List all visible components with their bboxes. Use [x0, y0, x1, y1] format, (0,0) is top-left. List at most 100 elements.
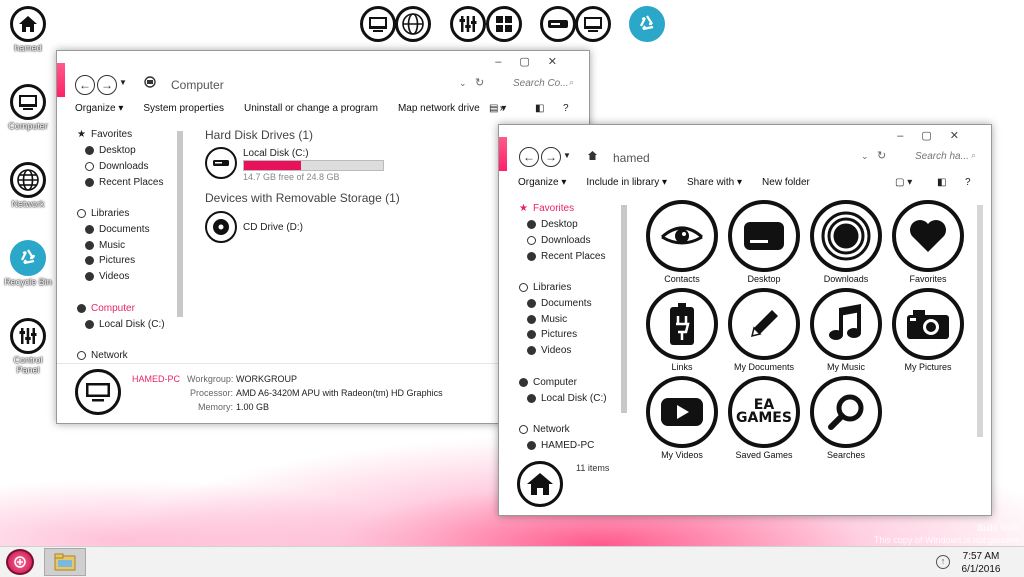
downloads-icon	[85, 162, 94, 171]
nav-documents[interactable]: Documents	[85, 224, 150, 235]
help-icon[interactable]: ?	[563, 103, 569, 114]
disk-free-text: 14.7 GB free of 24.8 GB	[243, 172, 340, 182]
nav-computer[interactable]: Computer	[519, 377, 577, 388]
star-icon: ★	[77, 129, 86, 140]
folder-contacts[interactable]: Contacts	[646, 200, 718, 284]
navigation-pane: ★ Favorites Desktop Downloads Recent Plac…	[499, 199, 629, 459]
share-with-menu[interactable]: Share with ▾	[687, 177, 742, 188]
folder-label: My Pictures	[904, 362, 952, 372]
view-options-icon[interactable]: ▢ ▾	[895, 177, 912, 188]
forward-button[interactable]: →	[97, 75, 117, 95]
nav-local-disk[interactable]: Local Disk (C:)	[527, 393, 607, 404]
address-dropdown-icon[interactable]: ⌄	[861, 151, 869, 162]
include-in-library-menu[interactable]: Include in library ▾	[586, 177, 667, 188]
nav-downloads[interactable]: Downloads	[85, 161, 148, 172]
nav-recent-places[interactable]: Recent Places	[527, 251, 605, 262]
nav-music[interactable]: Music	[85, 240, 125, 251]
preview-pane-icon[interactable]: ◧	[535, 103, 544, 114]
desktop-icon-recycle-bin[interactable]: Recycle Bin	[2, 240, 54, 287]
address-dropdown-icon[interactable]: ⌄	[459, 78, 467, 89]
preview-pane-icon[interactable]: ◧	[937, 177, 946, 188]
tiles-icon[interactable]	[486, 6, 522, 42]
clock[interactable]: 7:57 AM 6/1/2016	[956, 550, 1006, 576]
cd-drive-icon[interactable]	[205, 211, 237, 243]
address-bar[interactable]: hamed	[613, 151, 650, 165]
cd-drive-label[interactable]: CD Drive (D:)	[243, 222, 303, 233]
view-options-icon[interactable]: ▤ ▾	[489, 103, 506, 114]
search-icon[interactable]: ⌕	[569, 77, 574, 88]
desktop-icon-hamed[interactable]: hamed	[2, 6, 54, 53]
folder-my-videos[interactable]: My Videos	[646, 376, 718, 460]
organize-menu[interactable]: Organize ▾	[518, 177, 566, 188]
globe-icon[interactable]	[395, 6, 431, 42]
computer-icon[interactable]	[360, 6, 396, 42]
window-controls[interactable]: –▢✕	[495, 55, 575, 68]
nav-desktop[interactable]: Desktop	[527, 219, 578, 230]
local-disk-label[interactable]: Local Disk (C:)	[243, 148, 309, 159]
nav-libraries[interactable]: Libraries	[77, 208, 129, 219]
drive-icon[interactable]	[205, 147, 237, 179]
nav-music[interactable]: Music	[527, 314, 567, 325]
uninstall-program-button[interactable]: Uninstall or change a program	[244, 103, 378, 114]
nav-network[interactable]: Network	[77, 350, 128, 361]
computer-icon[interactable]	[575, 6, 611, 42]
folder-my-documents[interactable]: My Documents	[728, 288, 800, 372]
nav-computer[interactable]: Computer	[77, 303, 135, 314]
nav-favorites[interactable]: ★ Favorites	[519, 203, 574, 214]
nav-videos[interactable]: Videos	[85, 271, 129, 282]
folder-favorites[interactable]: Favorites	[892, 200, 964, 284]
search-input[interactable]: Search Co...	[513, 78, 569, 89]
content-scrollbar[interactable]	[977, 205, 983, 437]
taskbar-file-explorer[interactable]	[44, 548, 86, 576]
nav-pictures[interactable]: Pictures	[527, 329, 577, 340]
nav-recent-places[interactable]: Recent Places	[85, 177, 163, 188]
nav-pictures[interactable]: Pictures	[85, 255, 135, 266]
hamed-window[interactable]: –▢✕ ← → ▼ hamed ⌄ ↻ Search ha... ⌕ Organ…	[498, 124, 992, 516]
refresh-icon[interactable]: ↻	[475, 76, 484, 89]
hard-disk-header: Hard Disk Drives (1)	[205, 128, 314, 142]
folder-my-pictures[interactable]: My Pictures	[892, 288, 964, 372]
nav-downloads[interactable]: Downloads	[527, 235, 590, 246]
folder-my-music[interactable]: My Music	[810, 288, 882, 372]
folder-links[interactable]: Links	[646, 288, 718, 372]
folder-desktop[interactable]: Desktop	[728, 200, 800, 284]
nav-scrollbar[interactable]	[621, 205, 627, 413]
drive-icon[interactable]	[540, 6, 576, 42]
processor-value: AMD A6-3420M APU with Radeon(tm) HD Grap…	[236, 388, 443, 398]
history-chevron-icon[interactable]: ▼	[563, 151, 571, 160]
nav-scrollbar[interactable]	[177, 131, 183, 317]
nav-libraries[interactable]: Libraries	[519, 282, 571, 293]
back-button[interactable]: ←	[75, 75, 95, 95]
desktop-icon-computer[interactable]: Computer	[2, 84, 54, 131]
show-hidden-icons-button[interactable]: ↑	[936, 555, 950, 569]
nav-local-disk[interactable]: Local Disk (C:)	[85, 319, 165, 330]
folder-searches[interactable]: Searches	[810, 376, 882, 460]
control-panel-icon[interactable]	[450, 6, 486, 42]
new-folder-button[interactable]: New folder	[762, 177, 810, 188]
nav-hamed-pc[interactable]: HAMED-PC	[527, 440, 594, 451]
organize-menu[interactable]: Organize ▾	[75, 103, 123, 114]
folder-downloads[interactable]: Downloads	[810, 200, 882, 284]
recycle-icon[interactable]	[629, 6, 665, 42]
folder-saved-games[interactable]: EA GAMES Saved Games	[728, 376, 800, 460]
desktop-icon-network[interactable]: Network	[2, 162, 54, 209]
nav-network[interactable]: Network	[519, 424, 570, 435]
history-chevron-icon[interactable]: ▼	[119, 78, 127, 87]
desktop-icon-control-panel[interactable]: Control Panel	[2, 318, 54, 375]
folder-label: My Documents	[733, 362, 795, 372]
system-properties-button[interactable]: System properties	[143, 103, 224, 114]
search-input[interactable]: Search ha...	[915, 151, 969, 162]
nav-favorites[interactable]: ★ Favorites	[77, 129, 132, 140]
window-controls[interactable]: –▢✕	[897, 129, 977, 142]
start-button[interactable]	[6, 549, 34, 575]
forward-button[interactable]: →	[541, 147, 561, 167]
help-icon[interactable]: ?	[965, 177, 971, 188]
back-button[interactable]: ←	[519, 147, 539, 167]
nav-videos[interactable]: Videos	[527, 345, 571, 356]
address-bar[interactable]: Computer	[171, 78, 224, 92]
map-network-drive-button[interactable]: Map network drive	[398, 103, 480, 114]
refresh-icon[interactable]: ↻	[877, 149, 886, 162]
nav-desktop[interactable]: Desktop	[85, 145, 136, 156]
search-icon[interactable]: ⌕	[971, 150, 976, 161]
nav-documents[interactable]: Documents	[527, 298, 592, 309]
